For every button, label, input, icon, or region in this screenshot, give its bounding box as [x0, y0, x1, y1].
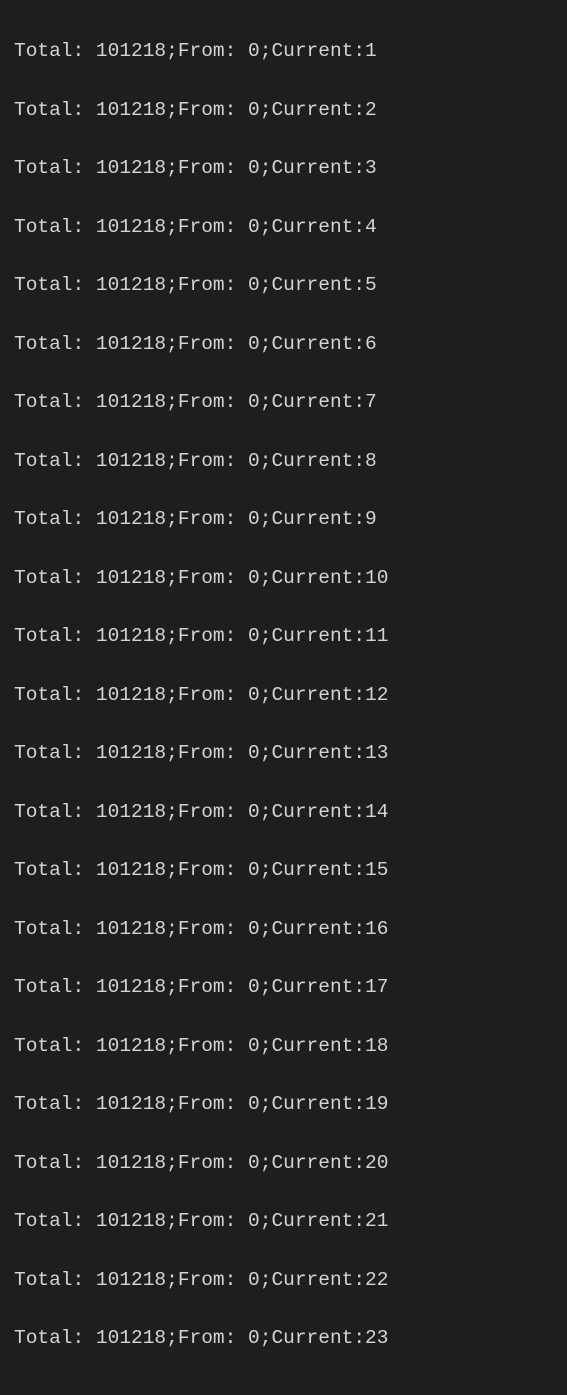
- output-line: Total: 101218;From: 0;Current:5: [14, 271, 557, 300]
- output-line: Total: 101218;From: 0;Current:1: [14, 37, 557, 66]
- output-line: Total: 101218;From: 0;Current:8: [14, 447, 557, 476]
- output-line: Total: 101218;From: 0;Current:7: [14, 388, 557, 417]
- output-line: Total: 101218;From: 0;Current:9: [14, 505, 557, 534]
- output-line: Total: 101218;From: 0;Current:16: [14, 915, 557, 944]
- output-line: Total: 101218;From: 0;Current:18: [14, 1032, 557, 1061]
- output-line: Total: 101218;From: 0;Current:19: [14, 1090, 557, 1119]
- output-line: Total: 101218;From: 0;Current:13: [14, 739, 557, 768]
- output-line: Total: 101218;From: 0;Current:21: [14, 1207, 557, 1236]
- output-line: Total: 101218;From: 0;Current:22: [14, 1266, 557, 1295]
- output-line: Total: 101218;From: 0;Current:11: [14, 622, 557, 651]
- terminal-output[interactable]: Total: 101218;From: 0;Current:1 Total: 1…: [0, 0, 567, 1395]
- output-line: Total: 101218;From: 0;Current:14: [14, 798, 557, 827]
- output-line: Total: 101218;From: 0;Current:12: [14, 681, 557, 710]
- output-line: Total: 101218;From: 0;Current:10: [14, 564, 557, 593]
- output-line: Total: 101218;From: 0;Current:15: [14, 856, 557, 885]
- output-line: Total: 101218;From: 0;Current:4: [14, 213, 557, 242]
- output-line: Total: 101218;From: 0;Current:3: [14, 154, 557, 183]
- output-line: Total: 101218;From: 0;Current:20: [14, 1149, 557, 1178]
- output-line: Total: 101218;From: 0;Current:6: [14, 330, 557, 359]
- output-line: Total: 101218;From: 0;Current:2: [14, 96, 557, 125]
- output-line: Total: 101218;From: 0;Current:17: [14, 973, 557, 1002]
- output-line: Total: 101218;From: 0;Current:23: [14, 1324, 557, 1353]
